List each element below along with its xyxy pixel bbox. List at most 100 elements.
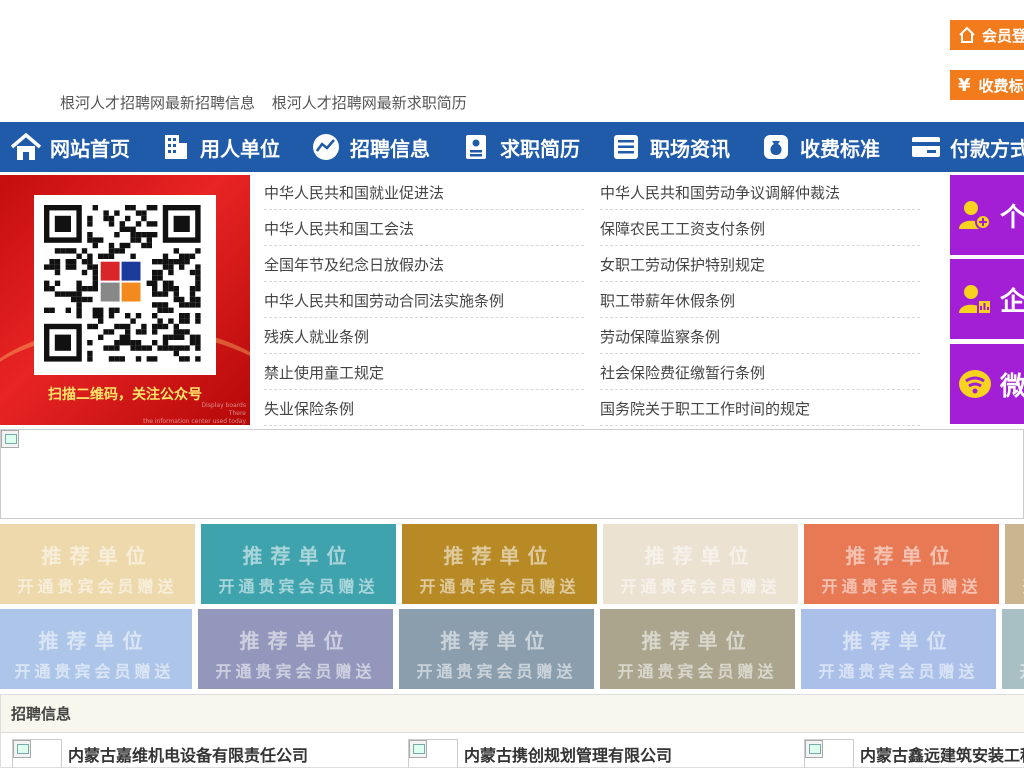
law-row: 全国年节及纪念日放假办法 女职工劳动保护特别规定 (264, 247, 936, 283)
recommended-employer-tile[interactable]: 推荐单位开通贵宾会员赠送 (0, 524, 195, 604)
money-bag-icon (760, 131, 792, 163)
tile-subtitle: 开通贵宾会员赠送 (17, 577, 178, 596)
tile-subtitle: 开通贵宾会员赠送 (218, 577, 379, 596)
side-label: 微 (1000, 371, 1024, 402)
law-link[interactable]: 保障农民工工资支付条例 (600, 211, 920, 246)
latest-resumes-link[interactable]: 根河人才招聘网最新求职简历 (272, 94, 467, 112)
person-add-icon (959, 201, 991, 230)
member-login-button[interactable]: 会员登 (950, 20, 1024, 50)
law-row: 禁止使用童工规定 社会保险费征缴暂行条例 (264, 355, 936, 391)
nav-home[interactable]: 网站首页 (10, 122, 130, 172)
law-link[interactable]: 全国年节及纪念日放假办法 (264, 247, 584, 282)
nav-resumes[interactable]: 求职简历 (460, 122, 580, 172)
building-icon (160, 131, 192, 163)
nav-employers[interactable]: 用人单位 (160, 122, 280, 172)
law-link[interactable]: 劳动保障监察条例 (600, 319, 920, 354)
company-logo (12, 739, 62, 768)
recommended-employer-tile[interactable]: 推荐单位开通贵宾会员赠送 (603, 524, 798, 604)
law-row: 中华人民共和国工会法 保障农民工工资支付条例 (264, 211, 936, 247)
nav-job-postings[interactable]: 招聘信息 (310, 122, 430, 172)
law-link[interactable]: 女职工劳动保护特别规定 (600, 247, 920, 282)
company-name: 内蒙古嘉维机电设备有限责任公司 (68, 746, 309, 765)
tile-title: 推荐单位 (842, 629, 955, 653)
section-title: 招聘信息 (1, 695, 1024, 733)
recommended-employer-tile[interactable]: 推荐单位开通贵宾会员赠送 (399, 609, 594, 689)
side-label: 个 (1000, 202, 1024, 233)
nav-workplace-news[interactable]: 职场资讯 (610, 122, 730, 172)
tile-title: 推荐单位 (440, 629, 553, 653)
nav-label: 付款方式 (950, 136, 1024, 161)
tile-title: 推荐单位 (38, 629, 151, 653)
recommended-employer-tile[interactable]: 推荐单位开通贵宾会员赠送 (804, 524, 999, 604)
tile-subtitle: 开通贵宾会员赠送 (215, 662, 376, 681)
recommended-employer-tile[interactable]: 推荐单位开通贵宾会员赠送 (201, 524, 396, 604)
fee-standard-button[interactable]: ¥ 收费标 (950, 70, 1024, 100)
nav-label: 用人单位 (200, 136, 280, 161)
home-icon (10, 131, 42, 163)
chart-icon (310, 131, 342, 163)
tile-title: 推荐单位 (1005, 524, 1024, 569)
law-link[interactable]: 职工带薪年休假条例 (600, 283, 920, 318)
recommended-employers: 推荐单位 开通贵宾会员赠送 推荐单位 开通贵宾会员赠送 推荐单位 开通贵宾会员赠送 推荐单位… (0, 524, 1024, 694)
recommended-employer-tile[interactable]: 推荐单位开通贵宾会员赠送 (801, 609, 996, 689)
company-logo (408, 739, 458, 768)
qr-code-image (44, 205, 201, 362)
wechat-button[interactable]: 微 (950, 344, 1024, 424)
qr-caption: 扫描二维码，关注公众号 (48, 387, 202, 403)
company-login-button[interactable]: 企 (950, 259, 1024, 339)
law-link[interactable]: 中华人民共和国劳动合同法实施条例 (264, 283, 584, 318)
recommended-employer-tile[interactable]: 推荐单位开通贵宾会员赠送 (402, 524, 597, 604)
ad-banner[interactable] (0, 429, 1024, 519)
nav-payment-methods[interactable]: 付款方式 (910, 122, 1024, 172)
law-link[interactable]: 国务院关于职工工作时间的规定 (600, 391, 920, 426)
recommended-employer-tile[interactable]: 推荐单位开通贵宾会员赠送 (1002, 609, 1024, 689)
law-link[interactable]: 中华人民共和国就业促进法 (264, 175, 584, 210)
tile-title: 推荐单位 (41, 544, 154, 568)
tile-title: 推荐单位 (239, 629, 352, 653)
broken-image-icon (1, 430, 19, 448)
recommended-employer-tile[interactable]: 推荐单位开通贵宾会员赠送 (1005, 524, 1024, 604)
card-icon (910, 131, 942, 163)
law-link[interactable]: 社会保险费征缴暂行条例 (600, 355, 920, 390)
tile-subtitle: 开通贵宾会员赠送 (1002, 658, 1024, 682)
law-link[interactable]: 失业保险条例 (264, 391, 584, 426)
latest-jobs-link[interactable]: 根河人才招聘网最新招聘信息 (60, 94, 255, 112)
tile-title: 推荐单位 (641, 629, 754, 653)
nav-label: 收费标准 (800, 136, 880, 161)
nav-fee-standard[interactable]: 收费标准 (760, 122, 880, 172)
side-label: 企 (1000, 286, 1024, 317)
nav-label: 求职简历 (500, 136, 580, 161)
tile-title: 推荐单位 (644, 544, 757, 568)
tile-subtitle: 开通贵宾会员赠送 (14, 662, 175, 681)
main-nav: 网站首页 用人单位 招聘信息 求职简历 职场资讯 收费标准 付款方式 (0, 122, 1024, 172)
home-icon (959, 26, 975, 43)
recommended-employer-tile[interactable]: 推荐单位开通贵宾会员赠送 (198, 609, 393, 689)
job-item[interactable]: 内蒙古携创规划管理有限公司 (408, 739, 672, 768)
tile-subtitle: 开通贵宾会员赠送 (416, 662, 577, 681)
tile-row: 推荐单位 开通贵宾会员赠送 推荐单位 开通贵宾会员赠送 推荐单位 开通贵宾会员赠送 推荐单位… (0, 609, 1024, 689)
job-item[interactable]: 内蒙古嘉维机电设备有限责任公司 (12, 739, 308, 768)
law-link[interactable]: 中华人民共和国工会法 (264, 211, 584, 246)
personal-login-button[interactable]: 个 (950, 175, 1024, 255)
recommended-employer-tile[interactable]: 推荐单位开通贵宾会员赠送 (0, 609, 192, 689)
page: 根河人才招聘网最新招聘信息 根河人才招聘网最新求职简历 会员登 ¥ 收费标 网站… (0, 0, 1024, 768)
law-link[interactable]: 禁止使用童工规定 (264, 355, 584, 390)
broken-image-icon (805, 740, 823, 758)
job-item[interactable]: 内蒙古鑫远建筑安装工程 (804, 739, 1024, 768)
law-link[interactable]: 中华人民共和国劳动争议调解仲裁法 (600, 175, 920, 210)
recommended-employer-tile[interactable]: 推荐单位开通贵宾会员赠送 (600, 609, 795, 689)
tile-subtitle: 开通贵宾会员赠送 (419, 577, 580, 596)
fee-standard-label: 收费标 (978, 76, 1024, 95)
nav-label: 招聘信息 (350, 136, 430, 161)
law-list: 中华人民共和国就业促进法 中华人民共和国劳动争议调解仲裁法 中华人民共和国工会法… (264, 175, 936, 427)
tile-title: 推荐单位 (242, 544, 355, 568)
nav-label: 网站首页 (50, 136, 130, 161)
broken-image-icon (409, 740, 427, 758)
tile-title: 推荐单位 (1002, 609, 1024, 654)
tile-subtitle: 开通贵宾会员赠送 (1005, 573, 1024, 597)
wechat-icon (959, 370, 991, 398)
law-row: 中华人民共和国劳动合同法实施条例 职工带薪年休假条例 (264, 283, 936, 319)
company-icon (959, 285, 992, 315)
broken-image-icon (13, 740, 31, 758)
law-link[interactable]: 残疾人就业条例 (264, 319, 584, 354)
